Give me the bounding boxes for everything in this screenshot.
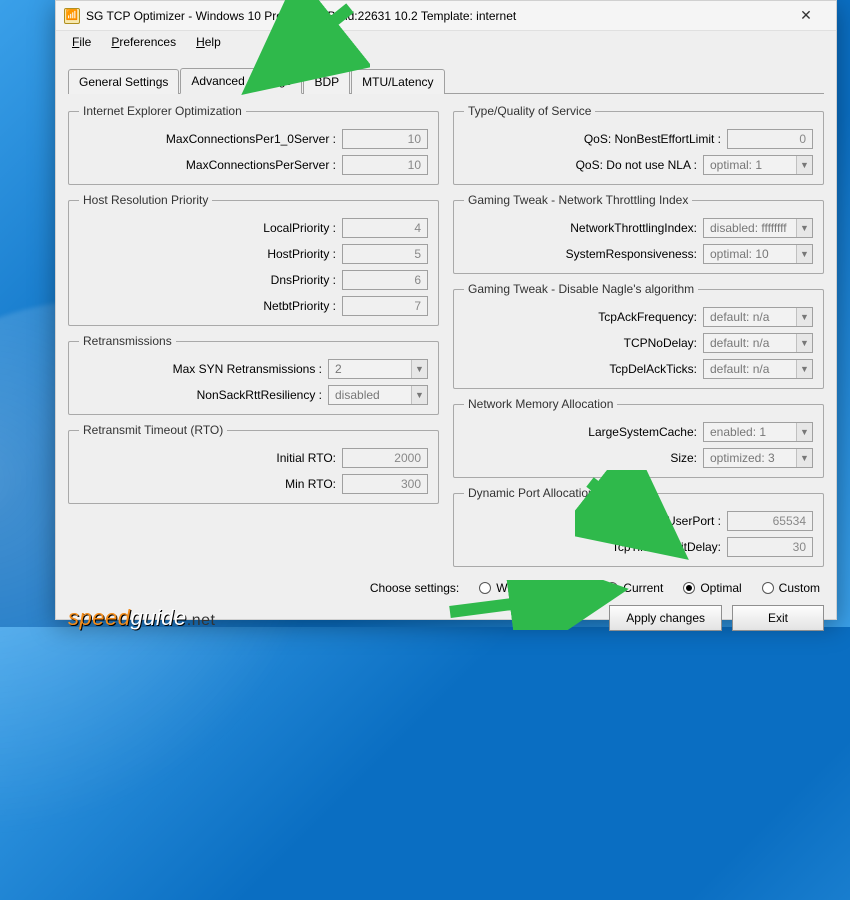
- group-gaming-nti: Gaming Tweak - Network Throttling Index …: [453, 193, 824, 274]
- chevron-down-icon: ▼: [411, 360, 427, 378]
- group-legend: Internet Explorer Optimization: [79, 104, 246, 118]
- group-legend: Dynamic Port Allocation: [464, 486, 599, 500]
- nbel-input[interactable]: 0: [727, 129, 813, 149]
- speedguide-logo: speedguide.net: [68, 605, 216, 631]
- group-legend: Type/Quality of Service: [464, 104, 595, 118]
- group-gaming-nagle: Gaming Tweak - Disable Nagle's algorithm…: [453, 282, 824, 389]
- field-label: TcpDelAckTicks:: [609, 362, 697, 376]
- initial-rto-input[interactable]: 2000: [342, 448, 428, 468]
- field-label: QoS: NonBestEffortLimit :: [584, 132, 721, 146]
- sysresp-combo[interactable]: optimal: 10 ▼: [703, 244, 813, 264]
- tab-bdp[interactable]: BDP: [303, 69, 350, 94]
- choose-settings-label: Choose settings:: [370, 581, 459, 595]
- nla-combo[interactable]: optimal: 1 ▼: [703, 155, 813, 175]
- chevron-down-icon: ▼: [796, 245, 812, 263]
- chevron-down-icon: ▼: [796, 360, 812, 378]
- menu-bar: File Preferences Help: [56, 31, 836, 53]
- menu-file[interactable]: File: [64, 33, 99, 51]
- radio-current[interactable]: Current: [606, 581, 663, 595]
- apply-changes-button[interactable]: Apply changes: [609, 605, 722, 631]
- group-legend: Gaming Tweak - Disable Nagle's algorithm: [464, 282, 698, 296]
- group-legend: Gaming Tweak - Network Throttling Index: [464, 193, 692, 207]
- size-combo[interactable]: optimized: 3 ▼: [703, 448, 813, 468]
- choose-settings-row: Choose settings: Windows Default Current…: [68, 577, 824, 605]
- field-label: LargeSystemCache:: [588, 425, 697, 439]
- close-icon: ✕: [800, 7, 812, 24]
- maxconn10-input[interactable]: 10: [342, 129, 428, 149]
- radio-custom[interactable]: Custom: [762, 581, 820, 595]
- field-label: NetworkThrottlingIndex:: [570, 221, 697, 235]
- field-label: NetbtPriority :: [263, 299, 336, 313]
- menu-help[interactable]: Help: [188, 33, 229, 51]
- group-legend: Network Memory Allocation: [464, 397, 617, 411]
- field-label: Initial RTO:: [276, 451, 336, 465]
- tab-general-settings[interactable]: General Settings: [68, 69, 179, 94]
- tab-mtu-latency[interactable]: MTU/Latency: [351, 69, 444, 94]
- chevron-down-icon: ▼: [796, 156, 812, 174]
- chevron-down-icon: ▼: [796, 334, 812, 352]
- chevron-down-icon: ▼: [796, 219, 812, 237]
- field-label: HostPriority :: [267, 247, 336, 261]
- field-label: QoS: Do not use NLA :: [576, 158, 697, 172]
- field-label: MaxUserPort :: [644, 514, 721, 528]
- netbt-priority-input[interactable]: 7: [342, 296, 428, 316]
- group-qos: Type/Quality of Service QoS: NonBestEffo…: [453, 104, 824, 185]
- group-retransmissions: Retransmissions Max SYN Retransmissions …: [68, 334, 439, 415]
- nodelay-combo[interactable]: default: n/a ▼: [703, 333, 813, 353]
- group-ie-optimization: Internet Explorer Optimization MaxConnec…: [68, 104, 439, 185]
- field-label: Size:: [670, 451, 697, 465]
- chevron-down-icon: ▼: [411, 386, 427, 404]
- field-label: MaxConnectionsPer1_0Server :: [166, 132, 336, 146]
- chevron-down-icon: ▼: [796, 449, 812, 467]
- tcp-timed-wait-delay-input[interactable]: 30: [727, 537, 813, 557]
- app-window: 📶 SG TCP Optimizer - Windows 10 Pro (64-…: [55, 0, 837, 620]
- field-label: TcpTimedWaitDelay:: [612, 540, 721, 554]
- field-label: Min RTO:: [285, 477, 336, 491]
- group-legend: Host Resolution Priority: [79, 193, 212, 207]
- host-priority-input[interactable]: 5: [342, 244, 428, 264]
- left-column: Internet Explorer Optimization MaxConnec…: [68, 104, 439, 567]
- group-legend: Retransmit Timeout (RTO): [79, 423, 227, 437]
- titlebar: 📶 SG TCP Optimizer - Windows 10 Pro (64-…: [56, 1, 836, 31]
- window-title: SG TCP Optimizer - Windows 10 Pro (64-bi…: [86, 9, 516, 23]
- app-icon: 📶: [64, 8, 80, 24]
- ackfreq-combo[interactable]: default: n/a ▼: [703, 307, 813, 327]
- field-label: DnsPriority :: [271, 273, 336, 287]
- close-button[interactable]: ✕: [784, 2, 828, 30]
- menu-preferences[interactable]: Preferences: [103, 33, 184, 51]
- chevron-down-icon: ▼: [796, 423, 812, 441]
- tab-advanced-settings[interactable]: Advanced Settings: [180, 68, 302, 94]
- min-rto-input[interactable]: 300: [342, 474, 428, 494]
- max-syn-combo[interactable]: 2 ▼: [328, 359, 428, 379]
- nonsack-combo[interactable]: disabled ▼: [328, 385, 428, 405]
- field-label: TCPNoDelay:: [624, 336, 697, 350]
- lsc-combo[interactable]: enabled: 1 ▼: [703, 422, 813, 442]
- field-label: Max SYN Retransmissions :: [173, 362, 322, 376]
- delack-combo[interactable]: default: n/a ▼: [703, 359, 813, 379]
- field-label: LocalPriority :: [263, 221, 336, 235]
- tab-strip: General Settings Advanced Settings BDP M…: [68, 67, 824, 94]
- group-host-resolution-priority: Host Resolution Priority LocalPriority :…: [68, 193, 439, 326]
- radio-windows-default[interactable]: Windows Default: [479, 581, 586, 595]
- nti-combo[interactable]: disabled: ffffffff ▼: [703, 218, 813, 238]
- group-dpa: Dynamic Port Allocation MaxUserPort : 65…: [453, 486, 824, 567]
- right-column: Type/Quality of Service QoS: NonBestEffo…: [453, 104, 824, 567]
- local-priority-input[interactable]: 4: [342, 218, 428, 238]
- field-label: MaxConnectionsPerServer :: [186, 158, 336, 172]
- chevron-down-icon: ▼: [796, 308, 812, 326]
- radio-optimal[interactable]: Optimal: [683, 581, 741, 595]
- dns-priority-input[interactable]: 6: [342, 270, 428, 290]
- max-user-port-input[interactable]: 65534: [727, 511, 813, 531]
- group-legend: Retransmissions: [79, 334, 176, 348]
- maxconn-input[interactable]: 10: [342, 155, 428, 175]
- group-nma: Network Memory Allocation LargeSystemCac…: [453, 397, 824, 478]
- field-label: NonSackRttResiliency :: [197, 388, 322, 402]
- field-label: SystemResponsiveness:: [566, 247, 697, 261]
- group-rto: Retransmit Timeout (RTO) Initial RTO: 20…: [68, 423, 439, 504]
- field-label: TcpAckFrequency:: [598, 310, 697, 324]
- exit-button[interactable]: Exit: [732, 605, 824, 631]
